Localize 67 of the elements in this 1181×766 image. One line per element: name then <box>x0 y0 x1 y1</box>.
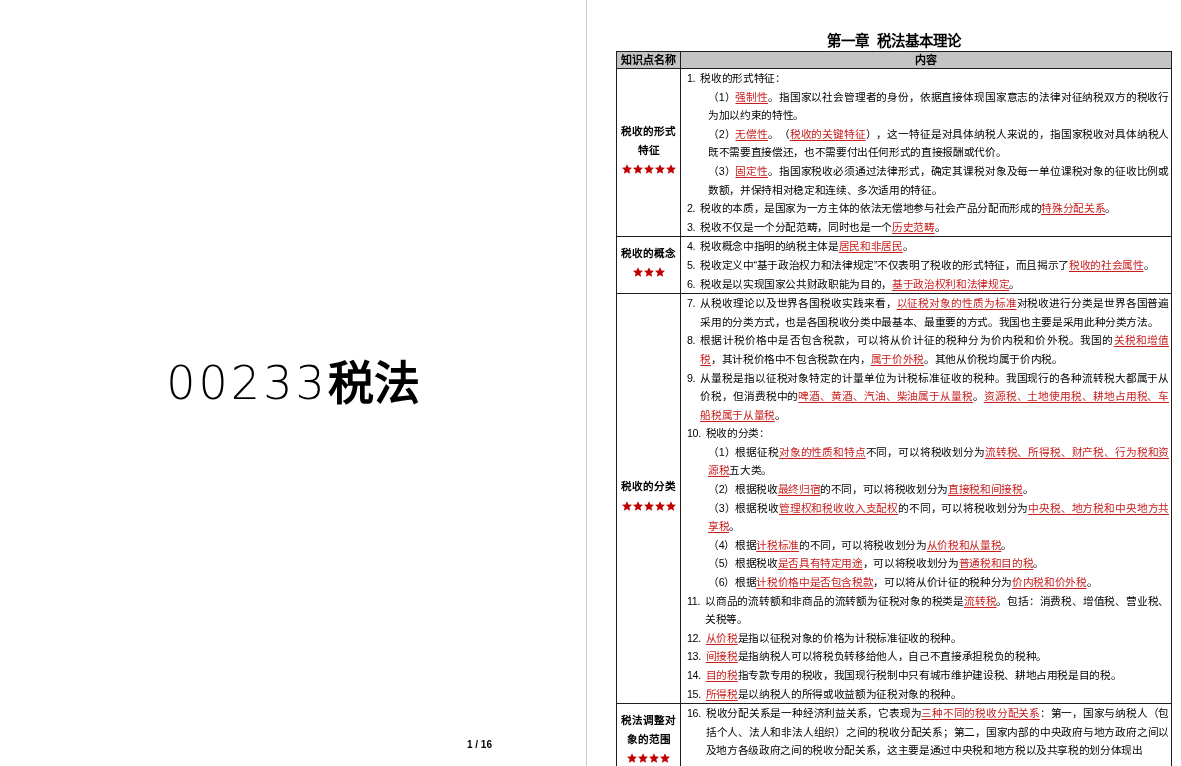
item-number: 8. <box>687 333 697 349</box>
item-text: 税收定义中“基于政治权力和法律规定”不仅表明了税收的形式特征，而且揭示了税收的社会属性。 <box>700 257 1156 273</box>
item-number: 14. <box>687 668 702 683</box>
item-text: 税收不仅是一个分配范畴，同时也是一个历史范畴。 <box>700 219 947 235</box>
subitem-text: （4）根据计税标准的不同，可以将税收划分为从价税和从量税。 <box>708 537 1013 553</box>
star-icon <box>643 500 654 511</box>
star-icon <box>654 164 665 175</box>
subitem-text: （6）根据计税价格中是否包含税款，可以将从价计征的税种分为价内税和价外税。 <box>708 575 1099 591</box>
item-text: 从价税是指以征税对象的价格为计税标准征收的税种。 <box>705 630 963 646</box>
star-icon <box>627 753 637 764</box>
star-icon <box>654 500 665 511</box>
subitem-text: （1）强制性。指国家以社会管理者的身份，依据直接体现国家意志的法律对征纳税双方的税收行为加以约束的特性。 <box>708 89 1169 124</box>
cover-title: 00233税法 <box>166 357 420 409</box>
star-icon <box>621 500 632 511</box>
item-text: 间接税是指纳税人可以将税负转移给他人，自己不直接承担税负的税种。 <box>705 649 1048 665</box>
chapter-title: 第一章 税法基本理论 <box>826 31 962 51</box>
subitem-text: （1）根据征税对象的性质和特点不同，可以将税收划分为流转税、所得税、财产税、行为税和资源税五大类。 <box>708 444 1169 479</box>
star-icon <box>632 267 643 278</box>
star-icon <box>638 753 648 764</box>
page-number: 1 / 16 <box>466 738 492 752</box>
subitem-text: （3）固定性。指国家税收必须通过法律形式，确定其课税对象及每一单位课税对象的征收比例或数额，并保持相对稳定和连续、多次适用的特征。 <box>708 163 1169 198</box>
item-text: 所得税是以纳税人的所得或收益额为征税对象的税种。 <box>705 686 963 702</box>
item-text: 税收分配关系是一种经济利益关系，它表现为三种不同的税收分配关系：第一，国家与纳税人（包括个人、法人和非法人组织）之间的税收分配关系；第二，国家内部的中央政府与地方政府之间以及地方各级政府之间的税收分配关系，这主要是通过中央税和地方税以及共享税的划分体现出 <box>705 706 1169 759</box>
item-number: 15. <box>687 686 702 702</box>
item-number: 7. <box>687 296 697 312</box>
item-text: 税收的形式特征： <box>700 71 787 86</box>
item-text: 税收概念中指明的纳税主体是居民和非居民。 <box>700 239 915 255</box>
item-number: 1. <box>687 71 697 86</box>
topic-label: 税收的形式特征 <box>620 123 677 158</box>
column-header: 内容 <box>680 51 1172 69</box>
star-icon <box>654 267 665 278</box>
item-number: 4. <box>687 239 697 255</box>
item-number: 2. <box>687 201 697 217</box>
item-text: 根据计税价格中是否包含税款，可以将从价计征的税种分为价内税和价外税。我国的关税和增值税，其计税价格中不包含税款在内，属于价外税。其他从价税均属于价内税。 <box>700 333 1169 367</box>
topic-label: 税收的概念 <box>620 245 677 261</box>
item-number: 3. <box>687 219 697 235</box>
item-text: 税收的本质，是国家为一方主体的依法无偿地参与社会产品分配而形成的特殊分配关系。 <box>700 201 1117 217</box>
item-number: 13. <box>687 649 702 665</box>
star-icon <box>665 500 676 511</box>
subitem-text: （2）根据税收最终归宿的不同，可以将税收划分为直接税和间接税。 <box>708 482 1035 498</box>
item-number: 6. <box>687 276 697 292</box>
star-icon <box>621 164 632 175</box>
item-number: 9. <box>687 370 697 386</box>
star-icon <box>632 164 643 175</box>
item-text: 从量税是指以征税对象特定的计量单位为计税标准征收的税种。我国现行的各种流转税大都属于从价税，但消费税中的啤酒、黄酒、汽油、柴油属于从量税。资源税、土地使用税、耕地占用税、车船税属于从量税。 <box>700 370 1169 423</box>
star-icon <box>632 500 643 511</box>
column-header: 知识点名称 <box>616 51 681 69</box>
item-number: 5. <box>687 257 697 273</box>
subitem-text: （3）根据税收管理权和税收收入支配权的不同，可以将税收划分为中央税、地方税和中央地方共享税。 <box>708 500 1169 535</box>
item-text: 税收是以实现国家公共财政职能为目的，基于政治权利和法律规定。 <box>700 276 1021 292</box>
topic-label: 税收的分类 <box>620 479 677 495</box>
item-text: 从税收理论以及世界各国税收实践来看，以征税对象的性质为标准对税收进行分类是世界各国普遍采用的分类方式，也是各国税收分类中最基本、最重要的方式。我国也主要是采用此种分类方法。 <box>700 296 1169 330</box>
item-number: 10. <box>687 426 702 442</box>
item-text: 目的税指专款专用的税收，我国现行税制中只有城市维护建设税、耕地占用税是目的税。 <box>705 668 1123 683</box>
star-icon <box>643 164 654 175</box>
star-icon <box>665 164 676 175</box>
star-icon <box>660 753 670 764</box>
star-icon <box>649 753 659 764</box>
item-text: 以商品的流转额和非商品的流转额为征税对象的税类是流转税。包括：消费税、增值税、营业税、关税等。 <box>705 593 1169 628</box>
subitem-text: （5）根据税收是否具有特定用途，可以将税收划分为普通税和目的税。 <box>708 556 1045 572</box>
item-text: 税收的分类： <box>705 426 771 442</box>
item-number: 16. <box>687 706 702 722</box>
star-icon <box>643 267 654 278</box>
subitem-text: （2）无偿性。（税收的关键特征），这一特征是对具体纳税人来说的，指国家税收对具体纳税人既不需要直接偿还，也不需要付出任何形式的直接报酬或代价。 <box>708 126 1169 161</box>
item-number: 11. <box>687 593 702 609</box>
topic-label: 税法调整对象的范围 <box>620 712 677 747</box>
item-number: 12. <box>687 630 702 646</box>
